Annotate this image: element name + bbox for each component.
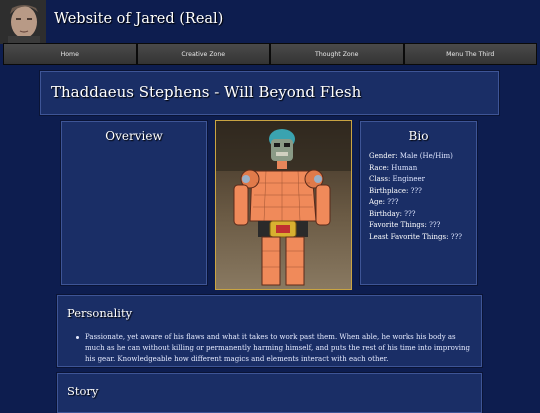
bio-field-birthplace: Birthplace: ??? xyxy=(369,186,422,195)
bio-field-race: Race: Human xyxy=(369,163,418,172)
bio-heading: Bio xyxy=(408,129,429,143)
overview-panel: Overview xyxy=(61,121,207,285)
bio-field-favorite-things: Favorite Things: ??? xyxy=(369,221,441,229)
personality-heading: Personality xyxy=(67,306,133,320)
bio-list: Gender: Male (He/Him) Race: Human Class:… xyxy=(361,151,476,243)
title-panel: Thaddaeus Stephens - Will Beyond Flesh xyxy=(40,71,499,115)
character-portrait xyxy=(215,120,352,290)
bio-field-class: Class: Engineer xyxy=(369,175,426,183)
nav-home[interactable]: Home xyxy=(3,43,137,65)
personality-panel: Personality Passionate, yet aware of his… xyxy=(57,295,482,367)
avatar xyxy=(0,0,46,44)
personality-text: Passionate, yet aware of his flaws and w… xyxy=(85,333,471,363)
site-title: Website of Jared (Real) xyxy=(54,11,224,27)
story-panel: Story xyxy=(57,373,482,413)
bullet-icon xyxy=(76,336,79,339)
nav-thought-zone[interactable]: Thought Zone xyxy=(270,43,404,65)
nav-creative-zone[interactable]: Creative Zone xyxy=(136,43,270,65)
bio-field-gender: Gender: Male (He/Him) xyxy=(369,152,453,160)
bio-panel: Bio Gender: Male (He/Him) Race: Human Cl… xyxy=(360,121,477,285)
bio-field-birthday: Birthday: ??? xyxy=(369,209,416,218)
page-title: Thaddaeus Stephens - Will Beyond Flesh xyxy=(51,83,362,101)
overview-heading: Overview xyxy=(105,129,163,143)
story-heading: Story xyxy=(67,384,99,398)
nav-menu-the-third[interactable]: Menu The Third xyxy=(403,43,537,65)
main-nav: Home Creative Zone Thought Zone Menu The… xyxy=(3,43,537,65)
bio-field-least-favorite-things: Least Favorite Things: ??? xyxy=(369,232,462,241)
bio-field-age: Age: ??? xyxy=(369,198,399,206)
